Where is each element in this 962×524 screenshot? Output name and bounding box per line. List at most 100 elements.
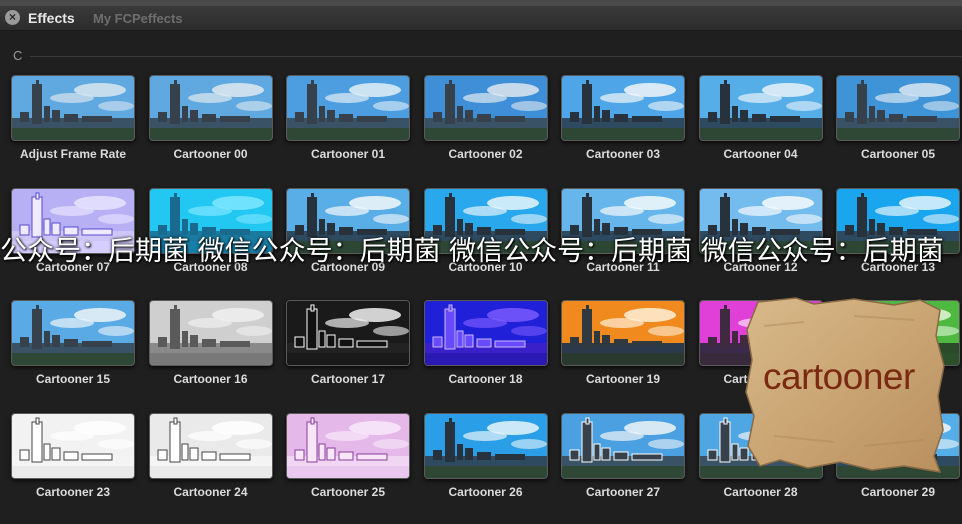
effect-item[interactable]: Cartooner 03	[561, 75, 685, 175]
effect-label: Cartooner 17	[310, 372, 386, 387]
effect-item[interactable]: Cartooner 27	[561, 413, 685, 513]
effect-item[interactable]: Cartooner 08	[148, 187, 273, 288]
effect-item[interactable]: Cartooner 07	[11, 187, 135, 288]
effect-thumbnail[interactable]	[423, 187, 548, 254]
effect-item[interactable]: Cartooner 01	[286, 75, 410, 175]
sticker-label: cartooner	[763, 356, 915, 397]
effect-item[interactable]: Cartooner 09	[286, 187, 410, 288]
effect-thumbnail[interactable]	[11, 75, 135, 141]
section-header: C	[13, 48, 23, 63]
effect-thumbnail[interactable]	[11, 187, 135, 254]
city-skyline-image	[424, 414, 547, 479]
effect-label: Cartooner 07	[35, 259, 111, 274]
effect-item[interactable]: Cartooner 13	[836, 187, 960, 288]
effect-label: Cartooner 05	[860, 147, 936, 161]
effect-thumbnail[interactable]	[561, 413, 685, 480]
effect-thumbnail[interactable]	[286, 300, 410, 367]
effect-label: Cartooner 16	[173, 372, 248, 387]
effect-thumbnail[interactable]	[836, 187, 960, 254]
effect-label: Adjust Frame Rate	[19, 147, 127, 161]
cartooner-sticker: cartooner	[744, 296, 946, 474]
tab-my-fcpeffects[interactable]: My FCPeffects	[93, 11, 183, 26]
effect-label: Cartooner 10	[448, 259, 523, 274]
city-skyline-image	[699, 188, 822, 253]
effect-label: Cartooner 29	[860, 485, 936, 500]
effect-thumbnail[interactable]	[423, 413, 548, 480]
effect-thumbnail[interactable]	[148, 75, 273, 141]
effect-thumbnail[interactable]	[286, 75, 410, 141]
city-skyline-image	[562, 188, 684, 253]
effect-item[interactable]: Cartooner 05	[836, 75, 960, 175]
effect-thumbnail[interactable]	[148, 300, 273, 367]
effect-label: Cartooner 12	[723, 259, 798, 274]
effect-item[interactable]: Cartooner 17	[286, 300, 410, 400]
city-skyline-image	[424, 301, 547, 366]
effect-label: Cartooner 18	[448, 372, 523, 387]
effect-thumbnail[interactable]	[698, 75, 823, 141]
effect-label: Cartooner 28	[723, 485, 798, 500]
city-skyline-image	[287, 76, 409, 140]
city-skyline-image	[149, 301, 272, 366]
city-skyline-image	[837, 76, 959, 140]
city-skyline-image	[149, 76, 272, 140]
effect-label: Cartooner 03	[585, 147, 661, 161]
effect-thumbnail[interactable]	[148, 187, 273, 254]
effect-thumbnail[interactable]	[286, 413, 410, 480]
effect-item[interactable]: Cartooner 15	[11, 300, 135, 400]
effect-item[interactable]: Cartooner 11	[561, 187, 685, 288]
effect-item[interactable]: Cartooner 24	[148, 413, 273, 513]
effect-item[interactable]: Cartooner 26	[423, 413, 548, 513]
city-skyline-image	[12, 188, 134, 253]
city-skyline-image	[562, 301, 684, 366]
effect-label: Cartooner 15	[35, 372, 111, 387]
close-icon[interactable]: ×	[5, 10, 20, 25]
city-skyline-image	[149, 188, 272, 253]
effect-item[interactable]: Cartooner 23	[11, 413, 135, 513]
browser-tab-bar: × Effects My FCPeffects	[0, 6, 962, 31]
city-skyline-image	[149, 414, 272, 479]
city-skyline-image	[424, 188, 547, 253]
effect-item[interactable]: Cartooner 19	[561, 300, 685, 400]
effect-thumbnail[interactable]	[11, 413, 135, 480]
effect-thumbnail[interactable]	[423, 300, 548, 367]
effect-thumbnail[interactable]	[11, 300, 135, 367]
effect-label: Cartooner 24	[173, 485, 248, 500]
section-divider	[30, 56, 962, 57]
effect-item[interactable]: Adjust Frame Rate	[11, 75, 135, 175]
effect-thumbnail[interactable]	[836, 75, 960, 141]
city-skyline-image	[287, 188, 409, 253]
effect-label: Cartooner 13	[860, 259, 936, 274]
effect-item[interactable]: Cartooner 25	[286, 413, 410, 513]
effect-thumbnail[interactable]	[698, 187, 823, 254]
effect-item[interactable]: Cartooner 16	[148, 300, 273, 400]
effect-item[interactable]: Cartooner 02	[423, 75, 548, 175]
city-skyline-image	[12, 301, 134, 366]
effect-label: Cartooner 25	[310, 485, 386, 500]
effect-label: Cartooner 01	[310, 147, 386, 161]
effect-thumbnail[interactable]	[286, 187, 410, 254]
effect-thumbnail[interactable]	[148, 413, 273, 480]
city-skyline-image	[12, 76, 134, 140]
effect-label: Cartooner 02	[448, 147, 523, 161]
effect-label: Cartooner 27	[585, 485, 661, 500]
city-skyline-image	[424, 76, 547, 140]
effect-thumbnail[interactable]	[561, 187, 685, 254]
effect-item[interactable]: Cartooner 12	[698, 187, 823, 288]
effect-label: Cartooner 09	[310, 259, 386, 274]
city-skyline-image	[837, 188, 959, 253]
tab-effects[interactable]: Effects	[28, 10, 75, 26]
city-skyline-image	[287, 301, 409, 366]
effect-item[interactable]: Cartooner 10	[423, 187, 548, 288]
city-skyline-image	[699, 76, 822, 140]
effect-label: Cartooner 08	[173, 259, 248, 274]
city-skyline-image	[287, 414, 409, 479]
city-skyline-image	[562, 414, 684, 479]
effect-thumbnail[interactable]	[561, 300, 685, 367]
effect-thumbnail[interactable]	[423, 75, 548, 141]
effect-item[interactable]: Cartooner 00	[148, 75, 273, 175]
effect-thumbnail[interactable]	[561, 75, 685, 141]
effect-item[interactable]: Cartooner 04	[698, 75, 823, 175]
effect-item[interactable]: Cartooner 18	[423, 300, 548, 400]
effect-label: Cartooner 23	[35, 485, 111, 500]
city-skyline-image	[12, 414, 134, 479]
